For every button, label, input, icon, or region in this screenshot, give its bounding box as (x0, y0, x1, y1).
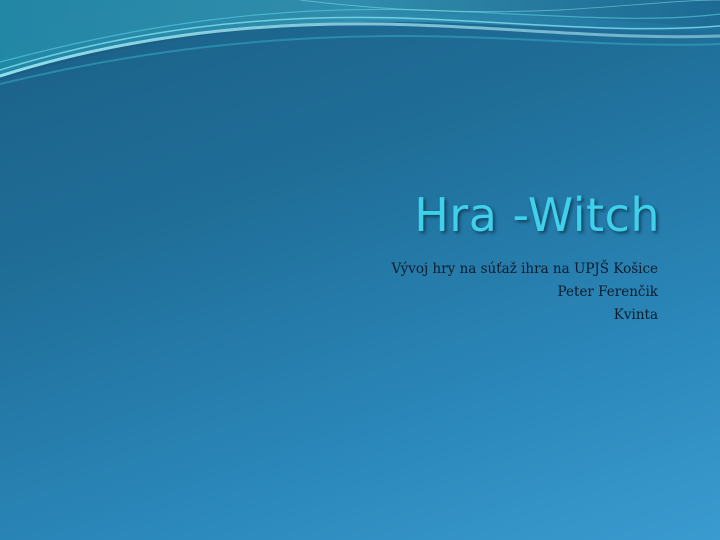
subtitle-line-class: Kvinta (613, 307, 658, 323)
slide-title: Hra -Witch (414, 188, 660, 242)
subtitle-line-author: Peter Ferenčik (557, 284, 658, 300)
wave-decoration-icon (0, 0, 720, 85)
slide: Hra -Witch Vývoj hry na súťaž ihra na UP… (0, 0, 720, 540)
subtitle-line-event: Vývoj hry na súťaž ihra na UPJŠ Košice (391, 261, 658, 277)
slide-subtitle: Vývoj hry na súťaž ihra na UPJŠ Košice P… (391, 258, 658, 327)
